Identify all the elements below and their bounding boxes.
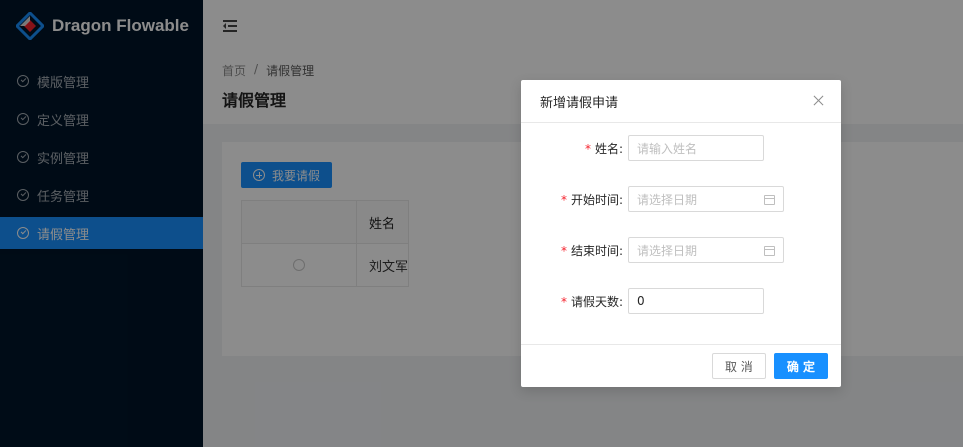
add-leave-modal: 新增请假申请 * 姓名: 请输入姓名 * 开始时间: 请选择日期 * 结束时间: 请选… <box>521 80 841 387</box>
calendar-icon <box>764 246 775 256</box>
modal-header: 新增请假申请 <box>521 80 841 123</box>
form-row-name: * 姓名: 请输入姓名 <box>521 135 764 161</box>
name-input[interactable]: 请输入姓名 <box>628 135 764 161</box>
name-placeholder: 请输入姓名 <box>637 141 698 156</box>
form-row-start: * 开始时间: 请选择日期 <box>521 186 784 212</box>
required-mark: * <box>584 141 591 156</box>
start-date-picker[interactable]: 请选择日期 <box>628 186 784 212</box>
end-label: * 结束时间: <box>560 243 623 258</box>
close-icon[interactable] <box>813 95 824 106</box>
days-input[interactable]: 0 <box>628 288 764 314</box>
end-date-picker[interactable]: 请选择日期 <box>628 237 784 263</box>
end-date-placeholder: 请选择日期 <box>637 243 698 258</box>
required-mark: * <box>560 243 567 258</box>
form-row-end: * 结束时间: 请选择日期 <box>521 237 784 263</box>
required-mark: * <box>560 192 567 207</box>
calendar-icon <box>764 195 775 205</box>
cancel-button[interactable]: 取 消 <box>711 353 766 379</box>
days-label: * 请假天数: <box>560 294 623 309</box>
required-mark: * <box>560 294 567 309</box>
ok-button[interactable]: 确 定 <box>773 353 828 379</box>
start-date-placeholder: 请选择日期 <box>637 192 698 207</box>
modal-title: 新增请假申请 <box>540 95 619 111</box>
start-label: * 开始时间: <box>560 192 623 207</box>
name-label: * 姓名: <box>584 141 623 156</box>
form-row-days: * 请假天数: 0 <box>521 288 764 314</box>
days-value: 0 <box>637 294 645 308</box>
modal-footer: 取 消 确 定 <box>521 344 841 387</box>
